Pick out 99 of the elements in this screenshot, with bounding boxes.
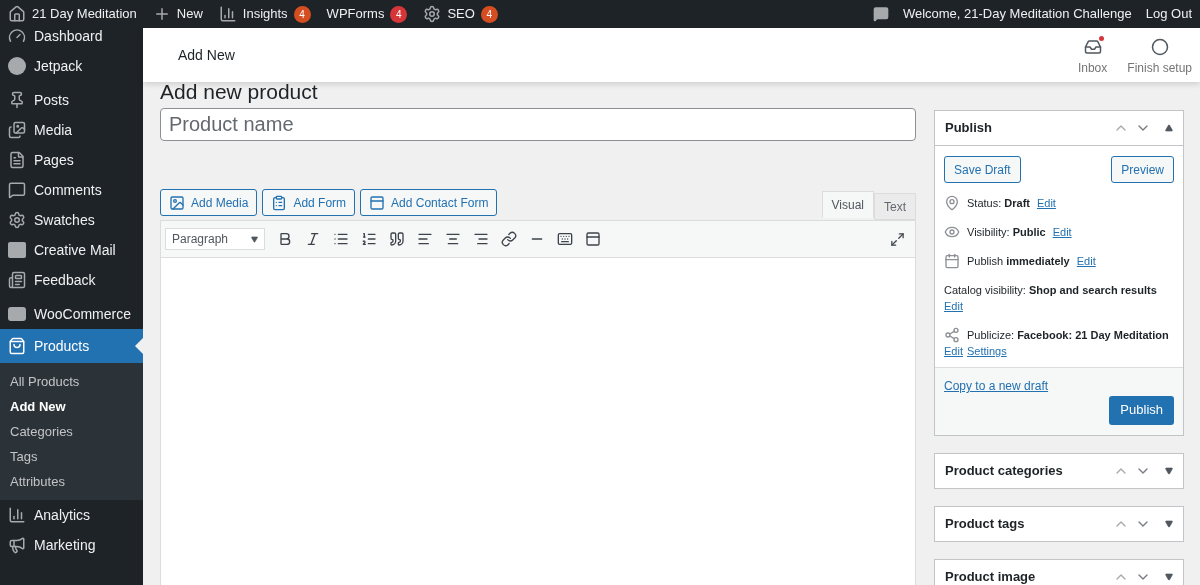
menu-item[interactable]: Dashboard [0,28,143,51]
menu-item[interactable]: Products [0,329,143,363]
box-title: Product tags [945,514,1025,533]
editor-tab[interactable]: Visual [821,191,874,218]
admin-bar-item[interactable]: New [152,4,203,24]
save-draft-button[interactable]: Save Draft [944,156,1021,183]
menu-item[interactable]: Posts [0,85,143,115]
edit-link[interactable]: Edit [944,298,963,314]
add-button[interactable]: Add Media [160,189,258,216]
submenu-item[interactable]: Add New [0,394,143,419]
edit-link[interactable]: Settings [966,343,1007,359]
count-badge: 4 [293,5,311,23]
keyboard-icon[interactable] [557,231,573,247]
status-text: Publish immediately [967,254,1070,269]
edit-link[interactable]: Edit [1052,224,1072,240]
numbered-list-icon[interactable] [361,231,377,247]
menu-item[interactable]: Pages [0,145,143,175]
comment-icon [8,181,26,199]
link-icon[interactable] [501,231,517,247]
copy-draft-link[interactable]: Copy to a new draft [944,379,1049,393]
feedback-icon [8,271,26,289]
chart-icon [218,5,237,23]
page-title: Add new product [160,79,319,105]
edit-link[interactable]: Edit [944,343,963,359]
fullscreen-icon[interactable] [890,231,905,247]
toolbar-toggle-icon[interactable] [585,231,601,247]
gauge-icon [8,28,26,45]
align-left-icon[interactable] [417,231,433,247]
align-right-icon[interactable] [473,231,489,247]
editor-tab[interactable]: Text [874,193,916,220]
menu-item[interactable]: Media [0,115,143,145]
pages-icon [8,151,26,169]
menu-item[interactable]: Jetpack [0,51,143,81]
current-arrow-icon [135,338,143,354]
chart-icon [8,506,26,524]
menu-item[interactable]: Creative Mail [0,235,143,265]
add-button[interactable]: Add Contact Form [360,189,498,216]
share-icon [944,327,960,343]
expand-icon[interactable] [1165,519,1173,528]
account-link[interactable]: Welcome, 21-Day Meditation Challenge [902,4,1132,24]
edit-link[interactable]: Edit [1076,253,1096,269]
header-title: Add New [178,45,235,65]
admin-bar-item[interactable]: 21 Day Meditation [8,4,137,24]
submenu-item[interactable]: Tags [0,444,143,469]
italic-icon[interactable] [305,231,321,247]
box-title: Product image [945,567,1036,585]
menu-item[interactable]: Swatches [0,205,143,235]
menu-item[interactable]: Analytics [0,500,143,530]
bullet-list-icon[interactable] [333,231,349,247]
box-title: Publish [945,119,992,138]
header-action[interactable]: Inbox [1077,37,1108,77]
product-name-field[interactable]: Product name [160,108,916,141]
media-icon [169,194,185,211]
status-text: Publicize: Facebook: 21 Day Meditation [967,328,1169,343]
menu-item[interactable]: Comments [0,175,143,205]
format-select[interactable]: Paragraph [165,228,265,250]
admin-bar-item[interactable]: WPForms 4 [326,4,408,24]
admin-bar-item[interactable]: SEO 4 [423,4,498,24]
edit-link[interactable]: Edit [1036,195,1056,211]
count-badge: 4 [480,5,498,23]
megaphone-icon [8,536,26,554]
home-icon [8,5,26,23]
gear-icon [8,211,26,229]
align-center-icon[interactable] [445,231,461,247]
gear-icon [423,5,442,23]
comment-icon[interactable] [872,6,889,22]
submenu-item[interactable]: Categories [0,419,143,444]
expand-icon[interactable] [1165,466,1173,475]
count-badge: 4 [390,5,408,23]
status-text: Status: Draft [967,196,1030,211]
eye-icon [944,224,960,240]
admin-bar-item[interactable]: Insights 4 [218,4,311,24]
logout-link[interactable]: Log Out [1145,4,1192,24]
add-button[interactable]: Add Form [262,189,356,216]
publish-button[interactable]: Publish [1109,395,1174,425]
box-title: Product categories [945,461,1063,480]
caret-icon [251,235,258,243]
quote-icon[interactable] [389,231,405,247]
preview-button[interactable]: Preview [1111,156,1174,183]
pin-icon [944,195,960,211]
status-text: Visibility: Public [967,225,1046,240]
submenu-item[interactable]: Attributes [0,469,143,494]
circle-icon [1150,37,1169,56]
media-icon [8,121,26,139]
submenu-item[interactable]: All Products [0,369,143,394]
collapse-icon[interactable] [1165,124,1173,132]
header-action[interactable]: Finish setup [1127,37,1192,77]
status-text: Catalog visibility: Shop and search results [944,283,1157,298]
menu-item[interactable]: Feedback [0,265,143,295]
menu-item[interactable]: WooCommerce [0,299,143,329]
menu-item[interactable]: Marketing [0,530,143,560]
bag-icon [8,337,26,355]
calendar-icon [944,253,960,269]
bold-icon[interactable] [277,231,293,247]
form-icon [271,194,288,211]
form-icon [369,194,386,211]
pin-icon [8,91,26,109]
inbox-icon [1083,37,1102,56]
expand-icon[interactable] [1165,572,1173,581]
